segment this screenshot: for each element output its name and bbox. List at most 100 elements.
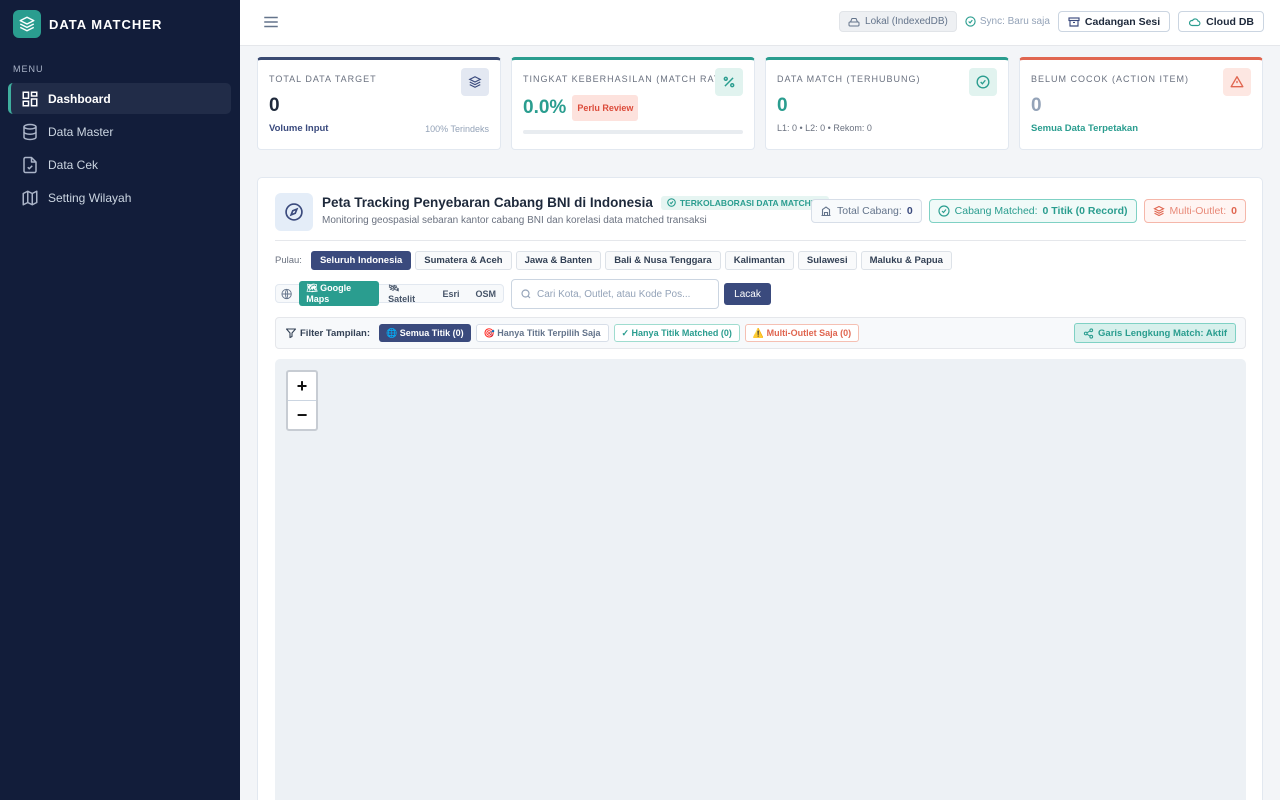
stat-value: 0 Titik (0 Record): [1042, 205, 1128, 217]
cloud-db-label: Cloud DB: [1206, 15, 1254, 28]
kpi-data-match: DATA MATCH (TERHUBUNG) 0 L1: 0 • L2: 0 •…: [765, 57, 1009, 150]
hard-drive-icon: [848, 17, 860, 26]
divider: [275, 240, 1246, 241]
island-chip-jawa-banten[interactable]: Jawa & Banten: [515, 251, 602, 270]
island-filter-label: Pulau:: [275, 255, 302, 266]
storage-label: Lokal (IndexedDB): [865, 16, 948, 27]
stat-value: 0: [1231, 205, 1237, 217]
kpi-sub-left: Volume Input: [269, 123, 329, 134]
filter-selected-points[interactable]: 🎯 Hanya Titik Terpilih Saja: [475, 324, 609, 342]
panel-subtitle: Monitoring geospasial sebaran kantor cab…: [322, 215, 707, 226]
map-type-esri[interactable]: Esri: [435, 287, 466, 301]
sidebar-item-dashboard[interactable]: Dashboard: [8, 83, 231, 114]
sync-status: Sync: Baru saja: [965, 16, 1050, 27]
hamburger-menu-icon[interactable]: [262, 13, 280, 31]
map-type-switcher: 🗺 Google Maps 🛰 Satelit Esri OSM: [275, 281, 504, 306]
island-chip-sumatera-aceh[interactable]: Sumatera & Aceh: [415, 251, 512, 270]
stat-label: Cabang Matched:: [954, 205, 1038, 217]
share-icon: [1083, 327, 1094, 339]
brand: DATA MATCHER: [0, 0, 240, 48]
kpi-title: BELUM COCOK (ACTION ITEM): [1031, 74, 1190, 84]
check-circle-icon: [965, 16, 976, 27]
stat-label: Multi-Outlet:: [1169, 205, 1227, 217]
zoom-control: + −: [286, 370, 318, 431]
backup-session-label: Cadangan Sesi: [1084, 15, 1161, 28]
filter-multi-outlet[interactable]: ⚠️ Multi-Outlet Saja (0): [744, 324, 860, 342]
stat-value: 0: [906, 205, 913, 217]
sidebar: DATA MATCHER MENU Dashboard Data Master …: [0, 0, 240, 800]
menu-label: MENU: [13, 64, 44, 74]
total-branches-stat: Total Cabang: 0: [811, 199, 922, 223]
globe-icon: [281, 288, 292, 299]
map-type-google-maps[interactable]: 🗺 Google Maps: [299, 281, 380, 306]
location-search-input[interactable]: [537, 288, 707, 300]
kpi-value: 0.0%: [523, 97, 567, 118]
filter-matched-points[interactable]: ✓ Hanya Titik Matched (0): [613, 324, 740, 342]
collab-tag: TERKOLABORASI DATA MATCHED: [660, 195, 829, 210]
check-circle-icon: [969, 68, 997, 96]
warning-triangle-icon: [1223, 68, 1251, 96]
filter-all-points[interactable]: 🌐 Semua Titik (0): [379, 324, 471, 342]
brand-name: DATA MATCHER: [49, 16, 163, 32]
sidebar-item-label: Data Cek: [48, 157, 99, 172]
review-badge: Perlu Review: [572, 95, 639, 121]
kpi-title: DATA MATCH (TERHUBUNG): [777, 74, 921, 84]
sidebar-item-data-master[interactable]: Data Master: [8, 116, 231, 147]
file-check-icon: [23, 156, 37, 173]
kpi-title: TOTAL DATA TARGET: [269, 74, 377, 84]
kpi-sub: Semua Data Terpetakan: [1031, 123, 1139, 134]
zoom-in-button[interactable]: +: [288, 372, 316, 401]
zoom-out-button[interactable]: −: [288, 401, 316, 429]
filter-label: Filter Tampilan:: [285, 327, 370, 339]
layers-icon: [461, 68, 489, 96]
layers-logo-icon: [13, 10, 41, 38]
island-chip-sulawesi[interactable]: Sulawesi: [797, 251, 857, 270]
island-chip-maluku-papua[interactable]: Maluku & Papua: [860, 251, 952, 270]
kpi-value: 0: [777, 95, 788, 116]
location-search: [511, 279, 719, 309]
match-arcs-toggle[interactable]: Garis Lengkung Match: Aktif: [1074, 323, 1236, 343]
multi-outlet-stat: Multi-Outlet: 0: [1143, 199, 1246, 223]
match-rate-progress: [523, 130, 743, 134]
kpi-value: 0: [1031, 95, 1042, 116]
collab-tag-label: TERKOLABORASI DATA MATCHED: [679, 197, 823, 208]
building-icon: [821, 206, 831, 217]
sidebar-nav: Dashboard Data Master Data Cek Setting W…: [0, 83, 240, 213]
layers-icon: [1152, 205, 1165, 217]
kpi-sub: L1: 0 • L2: 0 • Rekom: 0: [777, 123, 872, 133]
map-type-osm[interactable]: OSM: [468, 287, 503, 301]
sidebar-item-label: Data Master: [48, 124, 114, 139]
percent-icon: [715, 68, 743, 96]
check-circle-icon: [667, 198, 676, 207]
sidebar-item-setting-wilayah[interactable]: Setting Wilayah: [8, 182, 231, 213]
compass-icon: [275, 193, 313, 231]
island-chip-seluruh-indonesia[interactable]: Seluruh Indonesia: [310, 251, 412, 270]
track-button[interactable]: Lacak: [724, 283, 771, 305]
check-circle-icon: [938, 205, 950, 217]
storage-indicator: Lokal (IndexedDB): [839, 11, 957, 32]
filter-icon: [285, 328, 297, 339]
map-type-satelit[interactable]: 🛰 Satelit: [381, 281, 433, 306]
map-canvas[interactable]: + −: [275, 359, 1246, 800]
sidebar-item-label: Setting Wilayah: [48, 190, 132, 205]
island-chip-kalimantan[interactable]: Kalimantan: [724, 251, 794, 270]
kpi-match-rate: TINGKAT KEBERHASILAN (MATCH RATE) 0.0% P…: [511, 57, 755, 150]
backup-session-button[interactable]: Cadangan Sesi: [1057, 11, 1171, 32]
topbar: Lokal (IndexedDB) Sync: Baru saja Cadang…: [240, 0, 1280, 46]
map-panel: Peta Tracking Penyebaran Cabang BNI di I…: [257, 177, 1263, 800]
panel-stats: Total Cabang: 0 Cabang Matched: 0 Titik …: [811, 199, 1246, 223]
search-icon: [521, 289, 531, 299]
sidebar-item-label: Dashboard: [48, 91, 111, 106]
kpi-total-target: TOTAL DATA TARGET 0 Volume Input 100% Te…: [257, 57, 501, 150]
dashboard-icon: [22, 91, 38, 106]
kpi-cards: TOTAL DATA TARGET 0 Volume Input 100% Te…: [257, 57, 1263, 150]
kpi-unmatched: BELUM COCOK (ACTION ITEM) 0 Semua Data T…: [1019, 57, 1263, 150]
kpi-value: 0: [269, 95, 280, 116]
sidebar-item-data-cek[interactable]: Data Cek: [8, 149, 231, 180]
display-filter-bar: Filter Tampilan: 🌐 Semua Titik (0) 🎯 Han…: [275, 317, 1246, 349]
filter-label-text: Filter Tampilan:: [300, 327, 371, 339]
cloud-db-button[interactable]: Cloud DB: [1178, 11, 1264, 32]
island-chip-bali-nusa-tenggara[interactable]: Bali & Nusa Tenggara: [605, 251, 721, 270]
kpi-title: TINGKAT KEBERHASILAN (MATCH RATE): [523, 74, 732, 84]
match-arcs-label: Garis Lengkung Match: Aktif: [1098, 327, 1227, 339]
